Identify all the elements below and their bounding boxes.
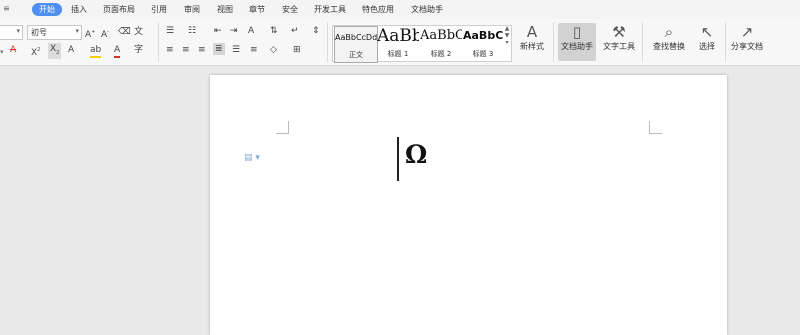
sort-icon[interactable]: ⇅ bbox=[270, 25, 278, 37]
tab-page-layout[interactable]: 页面布局 bbox=[103, 3, 135, 16]
tab-start[interactable]: 开始 bbox=[32, 3, 62, 16]
strikethrough-icon[interactable]: A bbox=[10, 44, 16, 56]
ribbon-toolbar: ▾ 初号 ▾ A+ A- ⌫ 文 ▾ A X2 X2 A ab A 字 ☰ ☷ … bbox=[0, 19, 800, 66]
line-spacing-icon[interactable]: ≡ bbox=[250, 44, 258, 56]
chevron-down-icon: ▾ bbox=[75, 27, 79, 35]
style-heading-1[interactable]: AaBb 标题 1 bbox=[377, 26, 419, 61]
search-icon: ⌕ bbox=[664, 23, 674, 41]
chevron-down-icon[interactable]: ▼ bbox=[503, 32, 511, 39]
phonetic-guide-icon[interactable]: 文 bbox=[134, 26, 143, 38]
share-doc-button[interactable]: ↗ 分享文档 bbox=[729, 23, 765, 61]
document-icon: ▯ bbox=[572, 23, 582, 41]
document-icon[interactable]: ▤ ▾ bbox=[244, 153, 260, 163]
style-heading-3[interactable]: AaBbC 标题 3 bbox=[463, 26, 503, 61]
tab-references[interactable]: 引用 bbox=[151, 3, 167, 16]
margin-corner-mark bbox=[276, 121, 289, 134]
chevron-down-icon[interactable]: ▾ bbox=[0, 46, 4, 58]
numbered-list-icon[interactable]: ☷ bbox=[188, 25, 196, 37]
decrease-indent-icon[interactable]: ⇤ bbox=[214, 25, 222, 37]
increase-indent-icon[interactable]: ⇥ bbox=[230, 25, 238, 37]
styles-gallery: AaBbCcDd 正文 AaBb 标题 1 AaBbC 标题 2 AaBbC 标… bbox=[332, 25, 512, 63]
text-cursor bbox=[397, 137, 399, 181]
separator bbox=[158, 22, 159, 62]
style-heading-2[interactable]: AaBbC 标题 2 bbox=[420, 26, 462, 61]
font-color-icon[interactable]: A bbox=[114, 44, 121, 58]
more-styles-icon[interactable]: ▾ bbox=[503, 39, 511, 46]
cursor-icon: ↖ bbox=[700, 23, 714, 41]
styles-scroll[interactable]: ▲ ▼ ▾ bbox=[503, 25, 511, 60]
grow-font-icon[interactable]: A+ bbox=[85, 26, 95, 41]
wrench-icon: ⚒ bbox=[612, 23, 626, 41]
new-style-icon: A bbox=[526, 23, 538, 41]
bullet-list-icon[interactable]: ☰ bbox=[166, 25, 174, 37]
omega-character: Ω bbox=[405, 140, 428, 169]
font-size-value: 初号 bbox=[31, 28, 47, 37]
text-tools-button[interactable]: ⚒ 文字工具 bbox=[599, 23, 639, 61]
tab-view[interactable]: 视图 bbox=[217, 3, 233, 16]
distributed-icon[interactable]: ☰ bbox=[232, 44, 240, 56]
tab-insert[interactable]: 插入 bbox=[71, 3, 87, 16]
show-hide-marks-icon[interactable]: ↵ bbox=[291, 25, 299, 37]
char-shading-icon[interactable]: 字 bbox=[134, 44, 143, 56]
align-center-icon[interactable]: ≡ bbox=[182, 44, 190, 56]
tab-special-apps[interactable]: 特色应用 bbox=[362, 3, 394, 16]
new-style-button[interactable]: A 新样式 bbox=[513, 23, 551, 61]
menu-bar: ≌ 开始 插入 页面布局 引用 审阅 视图 章节 安全 开发工具 特色应用 文档… bbox=[0, 0, 800, 19]
subscript-icon[interactable]: X2 bbox=[48, 43, 62, 59]
tab-review[interactable]: 审阅 bbox=[184, 3, 200, 16]
align-right-icon[interactable]: ≡ bbox=[198, 44, 206, 56]
doc-assistant-button[interactable]: ▯ 文档助手 bbox=[558, 23, 596, 61]
share-icon: ↗ bbox=[740, 23, 754, 41]
separator bbox=[725, 22, 726, 62]
margin-corner-mark bbox=[649, 121, 662, 134]
chevron-up-icon[interactable]: ▲ bbox=[503, 25, 511, 32]
font-size-select[interactable]: 初号 ▾ bbox=[27, 25, 82, 40]
tab-security[interactable]: 安全 bbox=[282, 3, 298, 16]
superscript-icon[interactable]: X2 bbox=[31, 44, 40, 59]
separator bbox=[553, 22, 554, 62]
text-effect-icon[interactable]: A bbox=[68, 44, 74, 56]
justify-icon[interactable]: ≣ bbox=[213, 43, 225, 55]
font-name-select[interactable]: ▾ bbox=[0, 25, 23, 40]
tab-doc-assistant[interactable]: 文档助手 bbox=[411, 3, 443, 16]
tab-developer-tools[interactable]: 开发工具 bbox=[314, 3, 346, 16]
borders-icon[interactable]: ⊞ bbox=[293, 44, 301, 56]
separator bbox=[327, 22, 328, 62]
shading-icon[interactable]: ◇ bbox=[270, 44, 277, 56]
shrink-font-icon[interactable]: A- bbox=[101, 26, 109, 41]
line-spacing-icon[interactable]: ⇕ bbox=[312, 25, 320, 37]
document-page[interactable]: ▤ ▾ Ω bbox=[210, 75, 727, 335]
find-replace-button[interactable]: ⌕ 查找替换 bbox=[648, 23, 690, 61]
quick-access-dropdown-icon[interactable]: ≌ bbox=[3, 4, 10, 13]
tab-chapter[interactable]: 章节 bbox=[249, 3, 265, 16]
chinese-layout-icon[interactable]: A bbox=[248, 25, 254, 37]
align-left-icon[interactable]: ≡ bbox=[166, 44, 174, 56]
separator bbox=[642, 22, 643, 62]
style-normal[interactable]: AaBbCcDd 正文 bbox=[334, 26, 378, 63]
clear-format-icon[interactable]: ⌫ bbox=[118, 26, 131, 38]
highlight-color-icon[interactable]: ab bbox=[90, 44, 102, 58]
select-button[interactable]: ↖ 选择 bbox=[693, 23, 721, 61]
chevron-down-icon: ▾ bbox=[16, 27, 20, 35]
